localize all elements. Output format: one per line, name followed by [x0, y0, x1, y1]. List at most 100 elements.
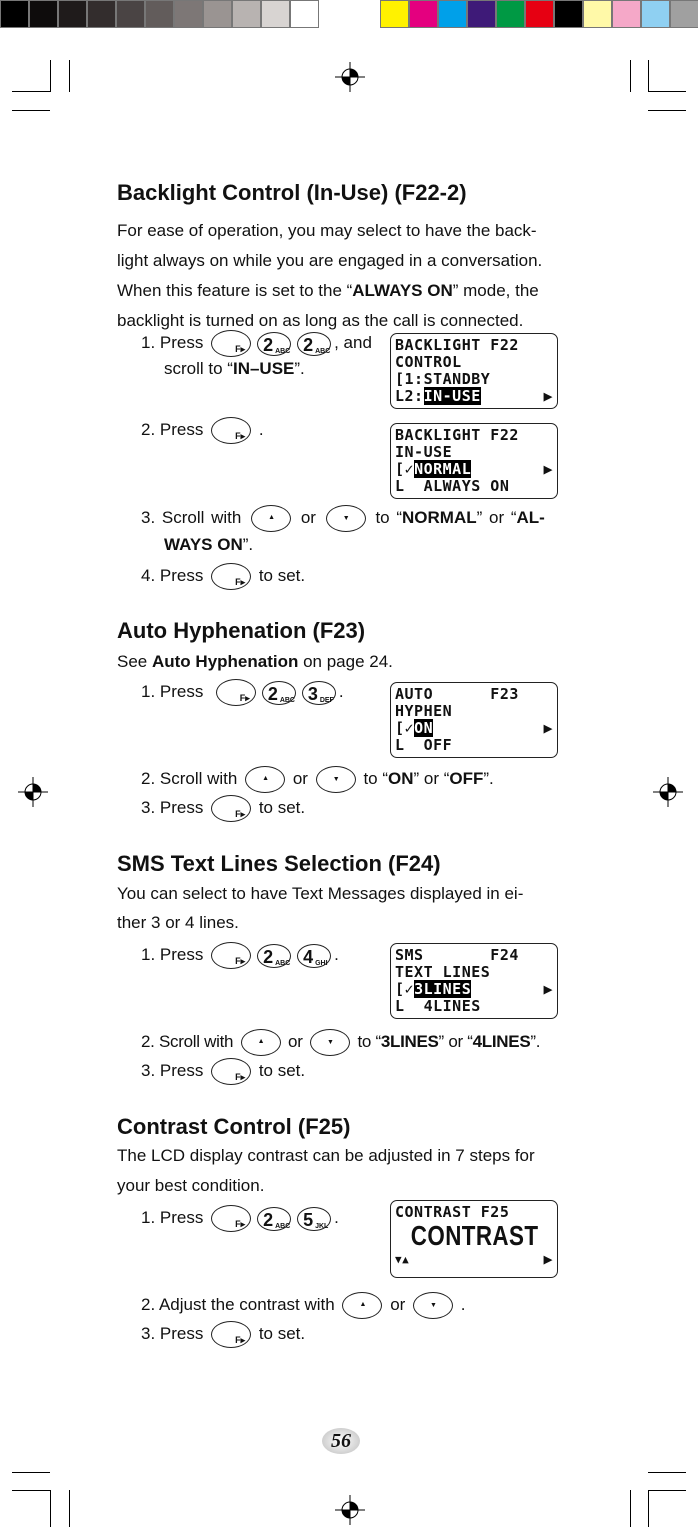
section-heading-sms-text-lines: SMS Text Lines Selection (F24)	[117, 851, 441, 876]
text: 3. Scroll with	[141, 507, 242, 527]
key-2abc-icon: 2 ABC	[257, 1206, 292, 1231]
text: 4. Press	[141, 565, 204, 585]
up-key-icon: ▲	[245, 766, 286, 793]
paragraph-line: When this feature is set to the “ALWAYS …	[117, 280, 539, 302]
crop-mark	[648, 91, 686, 92]
crop-mark	[648, 110, 686, 111]
down-key-icon: ▼	[413, 1292, 454, 1319]
down-key-icon: ▼	[315, 766, 356, 793]
lcd-backlight-in-use: BACKLIGHT F22 IN-USE [✓NORMAL ▶ L ALWAYS ON	[390, 423, 558, 499]
paragraph-line: backlight is turned on as long as the ca…	[117, 311, 524, 330]
paragraph-line: your best condition.	[117, 1176, 265, 1195]
text: IN–USE	[232, 359, 295, 378]
key-2abc-icon: 2 ABC	[261, 680, 296, 705]
color-swatch	[670, 0, 698, 28]
f-key-icon: F▸	[211, 1205, 252, 1232]
text: 3. Press	[141, 797, 204, 817]
text: to “	[357, 1031, 381, 1051]
down-key-icon: ▼	[310, 1029, 351, 1056]
text: When this feature is set to the “	[117, 281, 353, 300]
crop-mark	[12, 91, 50, 92]
gray-swatch	[116, 0, 145, 28]
text: to set.	[258, 1323, 306, 1343]
color-swatch	[641, 0, 670, 28]
registration-mark-icon	[335, 62, 365, 92]
text: .	[258, 419, 264, 439]
text: to set.	[258, 1060, 306, 1080]
step-4: 4. Press F▸ to set.	[141, 563, 305, 590]
up-key-icon: ▲	[240, 1029, 281, 1056]
section-heading-contrast: Contrast Control (F25)	[117, 1114, 351, 1139]
color-swatch	[467, 0, 496, 28]
text: or	[288, 1031, 303, 1051]
up-key-icon: ▲	[342, 1292, 383, 1319]
step-2: 2. Scroll with ▲ or ▼ to “ON” or “OFF”.	[141, 766, 494, 793]
color-swatch	[380, 0, 409, 28]
registration-mark-icon	[18, 777, 48, 807]
key-2abc-icon: 2 ABC	[257, 331, 292, 356]
crop-mark	[69, 1490, 70, 1527]
text: ” mode, the	[452, 281, 539, 300]
auto-hyphenation-reference: Auto Hyphenation	[151, 652, 299, 671]
step-2: 2. Scroll with ▲ or ▼ to “3LINES” or “4L…	[141, 1029, 540, 1056]
crop-mark	[12, 1472, 50, 1473]
step-3-cont: WAYS ON”.	[164, 534, 253, 556]
gray-swatch	[232, 0, 261, 28]
text: ON	[388, 768, 414, 788]
text: 1. Press	[141, 332, 204, 352]
gray-swatch	[290, 0, 319, 28]
text: 2. Scroll with	[141, 1031, 234, 1051]
f-key-icon: F▸	[211, 942, 252, 969]
step-2: 2. Press F▸ .	[141, 417, 264, 444]
step-1: 1. Press F▸ 2 ABC 5 JKL.	[141, 1205, 339, 1232]
gray-swatch	[203, 0, 232, 28]
step-3: 3. Press F▸ to set.	[141, 1321, 305, 1348]
crop-mark	[648, 1490, 686, 1491]
f-key-icon: F▸	[211, 417, 252, 444]
color-swatch	[525, 0, 554, 28]
text: , and	[334, 332, 372, 352]
paragraph-line: light always on while you are engaged in…	[117, 251, 543, 270]
color-swatch	[583, 0, 612, 28]
step-1: 1. Press F▸ 2 ABC 3 DEF.	[141, 679, 344, 706]
crop-mark	[648, 60, 649, 92]
lcd-backlight-control: BACKLIGHT F22 CONTROL [1:STANDBY L2:IN-USE ▶	[390, 333, 558, 409]
text: to set.	[258, 565, 306, 585]
gray-swatch	[261, 0, 290, 28]
text: ”.	[294, 359, 305, 378]
text: ”.	[530, 1031, 541, 1051]
text: AL-	[516, 507, 545, 527]
text: WAYS ON	[164, 535, 243, 554]
color-swatch	[496, 0, 525, 28]
text: on page 24.	[298, 652, 393, 671]
text: .	[334, 1207, 339, 1227]
gray-swatch	[0, 0, 29, 28]
text: .	[338, 681, 344, 701]
text: ALWAYS ON	[352, 281, 453, 300]
text: NORMAL	[402, 507, 477, 527]
crop-mark	[12, 1490, 50, 1491]
text: scroll to “	[164, 359, 233, 378]
step-2: 2. Adjust the contrast with ▲ or ▼ .	[141, 1292, 466, 1319]
text: See	[117, 652, 152, 671]
paragraph-line: ther 3 or 4 lines.	[117, 913, 239, 932]
text: 3. Press	[141, 1323, 204, 1343]
text: 3LINES	[380, 1031, 439, 1051]
text: 1. Press	[141, 1207, 204, 1227]
section-heading-backlight: Backlight Control (In-Use) (F22-2)	[117, 180, 467, 205]
gray-swatch	[87, 0, 116, 28]
lcd-contrast: CONTRAST F25 CONTRAST ▼▲ ▶	[390, 1200, 558, 1278]
gray-swatch	[174, 0, 203, 28]
registration-mark-icon	[653, 777, 683, 807]
text: 3. Press	[141, 1060, 204, 1080]
color-swatch	[612, 0, 641, 28]
text: 1. Press	[141, 681, 204, 701]
crop-mark	[50, 60, 51, 92]
f-key-icon: F▸	[211, 1058, 252, 1085]
text: 2. Press	[141, 419, 204, 439]
text: or	[292, 768, 308, 788]
paragraph-line: The LCD display contrast can be adjusted…	[117, 1146, 535, 1165]
registration-mark-icon	[335, 1495, 365, 1525]
text: to set.	[258, 797, 306, 817]
gray-swatch	[145, 0, 174, 28]
